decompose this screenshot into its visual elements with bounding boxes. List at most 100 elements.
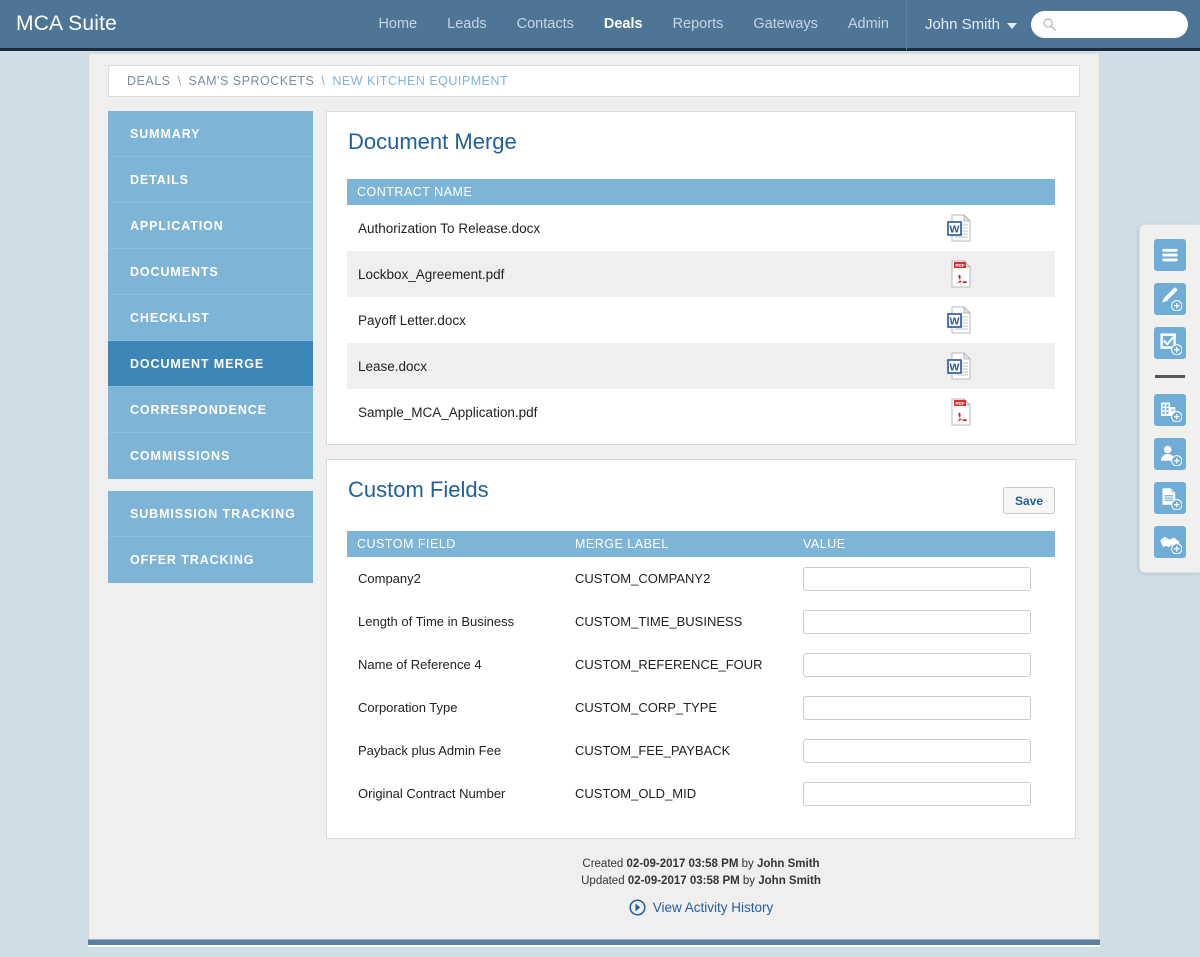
sidebar-item-application[interactable]: APPLICATION (108, 203, 313, 249)
activity-link-label: View Activity History (652, 900, 774, 915)
column-header-merge-label: MERGE LABEL (575, 537, 669, 551)
svg-text:W: W (950, 361, 960, 373)
add-deal-icon[interactable] (1154, 526, 1186, 558)
updated-by-user: John Smith (758, 875, 821, 887)
record-footer: Created 02-09-2017 03:58 PM by John Smit… (326, 856, 1076, 919)
custom-field-value-input[interactable] (803, 609, 1031, 634)
document-name[interactable]: Authorization To Release.docx (358, 221, 947, 236)
custom-field-value-cell (803, 652, 1055, 677)
sidebar-item-label: APPLICATION (130, 218, 224, 233)
nav-link-contacts[interactable]: Contacts (502, 0, 589, 50)
custom-field-value-cell (803, 738, 1055, 763)
custom-fields-panel: Custom Fields Save CUSTOM FIELD MERGE LA… (326, 459, 1076, 839)
document-name[interactable]: Lockbox_Agreement.pdf (358, 267, 947, 282)
word-document-icon[interactable]: W (947, 351, 973, 380)
sidebar-item-label: SUMMARY (130, 126, 201, 141)
word-document-icon[interactable]: W (947, 213, 973, 242)
custom-field-value-input[interactable] (803, 738, 1031, 763)
search-container (1031, 10, 1188, 38)
add-document-icon[interactable] (1154, 482, 1186, 514)
nav-link-leads[interactable]: Leads (432, 0, 502, 50)
app-brand[interactable]: MCA Suite (16, 12, 117, 36)
sidebar-item-checklist[interactable]: CHECKLIST (108, 295, 313, 341)
add-note-icon[interactable] (1154, 283, 1186, 315)
menu-icon[interactable] (1154, 239, 1186, 271)
custom-fields-column-headers: CUSTOM FIELD MERGE LABEL VALUE (347, 531, 1055, 557)
breadcrumb-item-2[interactable]: NEW KITCHEN EQUIPMENT (332, 74, 508, 88)
svg-text:PDF: PDF (956, 263, 965, 268)
document-name[interactable]: Lease.docx (358, 359, 947, 374)
column-header-value: VALUE (803, 537, 846, 551)
word-document-icon: W (947, 213, 972, 242)
document-merge-row[interactable]: Payoff Letter.docx W (347, 297, 1055, 343)
document-merge-rows: Authorization To Release.docx W Lockbox_… (327, 205, 1075, 435)
breadcrumb-item-1[interactable]: SAM'S SPROCKETS (188, 74, 314, 88)
view-activity-history-link[interactable]: View Activity History (629, 899, 774, 916)
sidebar-item-label: CHECKLIST (130, 310, 210, 325)
add-contact-icon[interactable] (1154, 438, 1186, 470)
custom-field-row: Length of Time in Business CUSTOM_TIME_BU… (347, 600, 1055, 643)
svg-text:PDF: PDF (956, 401, 965, 406)
search-input[interactable] (1031, 10, 1188, 38)
add-task-icon[interactable] (1154, 327, 1186, 359)
word-document-icon: W (947, 305, 972, 334)
sidebar-item-label: OFFER TRACKING (130, 553, 255, 567)
nav-link-gateways[interactable]: Gateways (738, 0, 832, 50)
nav-link-deals[interactable]: Deals (589, 0, 658, 50)
document-merge-row[interactable]: Authorization To Release.docx W (347, 205, 1055, 251)
custom-field-value-input[interactable] (803, 781, 1031, 806)
sidebar-item-commissions[interactable]: COMMISSIONS (108, 433, 313, 479)
custom-field-name: Length of Time in Business (358, 614, 515, 629)
document-merge-row[interactable]: Lockbox_Agreement.pdf PDF (347, 251, 1055, 297)
custom-field-name: Corporation Type (358, 700, 458, 715)
contract-name-column-header: CONTRACT NAME (347, 179, 1055, 205)
toolbar-divider (1155, 375, 1185, 378)
pdf-document-icon[interactable]: PDF (947, 259, 973, 288)
updated-by-prefix: by (739, 875, 759, 887)
user-menu-label: John Smith (924, 15, 1000, 33)
nav-link-home[interactable]: Home (363, 0, 432, 50)
created-line: Created 02-09-2017 03:58 PM by John Smit… (326, 856, 1076, 873)
clock-arrow-icon (629, 899, 646, 916)
sidebar-item-details[interactable]: DETAILS (108, 157, 313, 203)
custom-field-row: Original Contract Number CUSTOM_OLD_MID (347, 772, 1055, 815)
updated-timestamp: 02-09-2017 03:58 PM (627, 875, 740, 887)
nav-link-reports[interactable]: Reports (658, 0, 739, 50)
sidebar-item-submission-tracking[interactable]: SUBMISSION TRACKING (108, 491, 313, 537)
sidebar-item-label: SUBMISSION TRACKING (130, 506, 296, 521)
save-button[interactable]: Save (1003, 487, 1055, 514)
custom-field-value-cell (803, 695, 1055, 720)
document-name[interactable]: Sample_MCA_Application.pdf (358, 405, 947, 420)
word-document-icon[interactable]: W (947, 305, 973, 334)
quick-actions-toolbar (1139, 224, 1200, 573)
sidebar-item-label: DOCUMENTS (130, 264, 219, 279)
user-menu[interactable]: John Smith (909, 16, 1031, 33)
breadcrumb: DEALS \ SAM'S SPROCKETS \ NEW KITCHEN EQUIPM… (108, 65, 1080, 97)
sidebar-item-offer-tracking[interactable]: OFFER TRACKING (108, 537, 313, 583)
custom-field-merge-label: CUSTOM_OLD_MID (575, 786, 697, 801)
created-by-user: John Smith (756, 858, 820, 870)
custom-field-value-input[interactable] (803, 652, 1031, 677)
content-bottom-bar (88, 939, 1100, 947)
sidebar-item-summary[interactable]: SUMMARY (108, 111, 313, 157)
breadcrumb-item-0[interactable]: DEALS (127, 74, 171, 88)
sidebar-item-correspondence[interactable]: CORRESPONDENCE (108, 387, 313, 433)
document-name[interactable]: Payoff Letter.docx (358, 313, 947, 328)
custom-field-merge-label: CUSTOM_FEE_PAYBACK (575, 743, 731, 758)
custom-field-value-input[interactable] (803, 566, 1031, 591)
updated-prefix: Updated (581, 875, 628, 887)
sidebar-item-document-merge[interactable]: DOCUMENT MERGE (108, 341, 313, 387)
custom-field-value-input[interactable] (803, 695, 1031, 720)
breadcrumb-separator: \ (177, 74, 182, 88)
pdf-document-icon[interactable]: PDF (947, 397, 973, 426)
custom-field-name: Original Contract Number (358, 786, 506, 801)
nav-link-admin[interactable]: Admin (833, 0, 904, 50)
document-merge-title: Document Merge (348, 129, 517, 154)
custom-field-name: Company2 (358, 571, 421, 586)
document-merge-row[interactable]: Sample_MCA_Application.pdf PDF (347, 389, 1055, 435)
custom-fields-title: Custom Fields (348, 477, 489, 502)
custom-field-name: Name of Reference 4 (358, 657, 482, 672)
sidebar-item-documents[interactable]: DOCUMENTS (108, 249, 313, 295)
add-company-icon[interactable] (1154, 394, 1186, 426)
document-merge-row[interactable]: Lease.docx W (347, 343, 1055, 389)
